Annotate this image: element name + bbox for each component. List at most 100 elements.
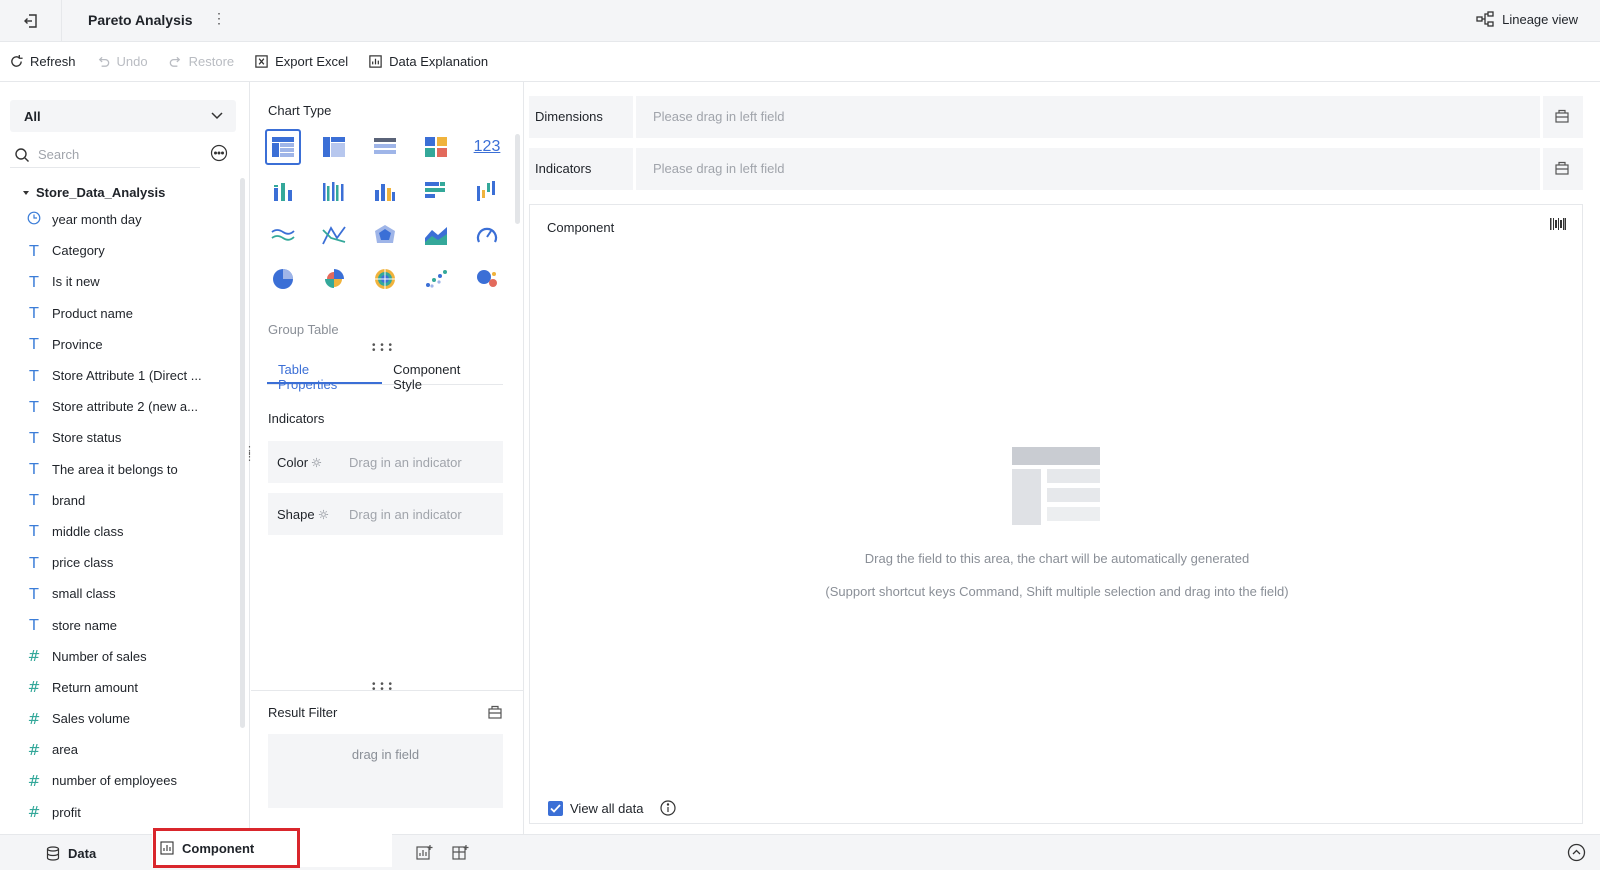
- field-item[interactable]: T Province: [26, 329, 236, 360]
- field-item[interactable]: # number of employees: [26, 765, 236, 796]
- field-name: store name: [52, 617, 118, 633]
- restore-button[interactable]: Restore: [168, 54, 234, 69]
- empty-hint: Drag the field to this area, the chart w…: [864, 551, 1250, 566]
- field-item[interactable]: T Is it new: [26, 266, 236, 297]
- refresh-button[interactable]: Refresh: [9, 54, 76, 69]
- text-field-icon: T: [29, 366, 39, 385]
- detail-table-icon: [374, 138, 396, 154]
- chart-type-title: Chart Type: [268, 103, 332, 118]
- chart-type-gauge[interactable]: [469, 217, 505, 253]
- color-indicator-slot[interactable]: Color Drag in an indicator: [268, 441, 503, 483]
- info-icon[interactable]: [660, 800, 677, 816]
- chart-type-horizontal-bar[interactable]: [418, 173, 454, 209]
- chart-type-waterfall[interactable]: [469, 173, 505, 209]
- gear-icon[interactable]: [311, 457, 322, 468]
- data-tab[interactable]: Data: [46, 835, 96, 870]
- tab-table-properties[interactable]: Table Properties: [267, 352, 383, 392]
- field-item[interactable]: # Sales volume: [26, 703, 236, 734]
- gear-icon[interactable]: [318, 509, 329, 520]
- field-name: Product name: [52, 305, 133, 321]
- shape-indicator-slot[interactable]: Shape Drag in an indicator: [268, 493, 503, 535]
- chart-type-radar-line[interactable]: [316, 217, 352, 253]
- field-item[interactable]: # Return amount: [26, 672, 236, 703]
- field-name: Store attribute 2 (new a...: [52, 399, 198, 415]
- result-filter-dropzone[interactable]: drag in field: [268, 734, 503, 808]
- field-item[interactable]: Tsmall class: [26, 578, 236, 609]
- gauge-icon: [476, 227, 498, 243]
- field-item[interactable]: T Store Attribute 1 (Direct ...: [26, 360, 236, 391]
- dataset-node[interactable]: Store_Data_Analysis: [22, 185, 165, 200]
- chart-type-bar[interactable]: [367, 173, 403, 209]
- undo-button[interactable]: Undo: [96, 54, 148, 69]
- indicators-dropzone[interactable]: Please drag in left field: [653, 161, 785, 176]
- component-title: Component: [547, 220, 615, 235]
- chart-type-scatter[interactable]: [418, 261, 454, 297]
- field-item[interactable]: T Store status: [26, 422, 236, 453]
- field-name: year month day: [52, 212, 142, 228]
- chart-type-bubble[interactable]: [469, 261, 505, 297]
- dimensions-dropzone[interactable]: Please drag in left field: [653, 109, 785, 124]
- field-item[interactable]: Tbrand: [26, 485, 236, 516]
- chart-type-cross-table[interactable]: [316, 129, 352, 165]
- field-item[interactable]: year month day: [26, 204, 236, 235]
- chart-type-area[interactable]: [418, 217, 454, 253]
- field-item[interactable]: T Product name: [26, 298, 236, 329]
- chart-type-scrollbar[interactable]: [515, 134, 520, 224]
- date-field-icon: [26, 211, 42, 229]
- field-item[interactable]: Tmiddle class: [26, 516, 236, 547]
- chart-type-stacked-bar[interactable]: [265, 173, 301, 209]
- color-placeholder: Drag in an indicator: [349, 454, 462, 470]
- scope-select[interactable]: All: [10, 100, 236, 132]
- more-options-icon[interactable]: [210, 144, 228, 162]
- lineage-view-button[interactable]: Lineage view: [1476, 11, 1578, 27]
- data-explanation-button[interactable]: Data Explanation: [368, 54, 488, 69]
- add-component-icon[interactable]: [416, 844, 434, 862]
- filter-settings-icon[interactable]: [487, 704, 503, 720]
- barcode-icon[interactable]: [1550, 217, 1566, 231]
- field-name: profit: [52, 804, 81, 820]
- chart-type-rose[interactable]: [316, 261, 352, 297]
- add-dashboard-icon[interactable]: [452, 844, 470, 862]
- view-all-checkbox[interactable]: [548, 800, 563, 816]
- view-all-label: View all data: [570, 800, 644, 816]
- more-menu-button[interactable]: ⋮: [212, 10, 226, 27]
- field-item[interactable]: T Store attribute 2 (new a...: [26, 391, 236, 422]
- field-item[interactable]: T Category: [26, 235, 236, 266]
- text-field-icon: T: [29, 491, 39, 510]
- indicators-settings-icon[interactable]: [1554, 160, 1570, 176]
- chart-type-matrix[interactable]: [418, 129, 454, 165]
- text-field-icon: T: [29, 428, 39, 447]
- field-name: number of employees: [52, 773, 178, 789]
- chart-type-kpi[interactable]: 123: [469, 129, 505, 165]
- chart-type-line[interactable]: [265, 217, 301, 253]
- chart-type-detail-table[interactable]: [367, 129, 403, 165]
- field-name: The area it belongs to: [52, 461, 178, 477]
- text-field-icon: T: [29, 616, 39, 635]
- field-name: middle class: [52, 523, 124, 539]
- chart-type-group-table[interactable]: [265, 129, 301, 165]
- chart-type-sunburst[interactable]: [367, 261, 403, 297]
- field-item[interactable]: # profit: [26, 797, 236, 828]
- color-label-group: Color: [277, 455, 349, 470]
- exit-button[interactable]: [0, 0, 62, 42]
- collapse-up-icon[interactable]: [1567, 843, 1586, 862]
- scope-value: All: [24, 108, 41, 124]
- field-list: year month day T Category T Is it new T Produc…: [26, 204, 236, 828]
- field-item[interactable]: # Number of sales: [26, 641, 236, 672]
- field-item[interactable]: # area: [26, 734, 236, 765]
- export-excel-button[interactable]: Export Excel: [254, 54, 348, 69]
- chart-type-radar[interactable]: [367, 217, 403, 253]
- tab-component-style[interactable]: Component Style: [382, 352, 503, 392]
- field-item[interactable]: T The area it belongs to: [26, 454, 236, 485]
- divider: [251, 690, 523, 691]
- view-all-data-toggle[interactable]: View all data: [548, 800, 677, 816]
- refresh-label: Refresh: [30, 54, 76, 69]
- chart-type-grouped-bar[interactable]: [316, 173, 352, 209]
- dimensions-settings-icon[interactable]: [1554, 108, 1570, 124]
- chart-type-pie[interactable]: [265, 261, 301, 297]
- search-input[interactable]: [38, 147, 188, 162]
- field-item[interactable]: Tprice class: [26, 547, 236, 578]
- text-field-icon: T: [29, 522, 39, 541]
- number-field-icon: #: [27, 803, 41, 822]
- field-item[interactable]: Tstore name: [26, 609, 236, 640]
